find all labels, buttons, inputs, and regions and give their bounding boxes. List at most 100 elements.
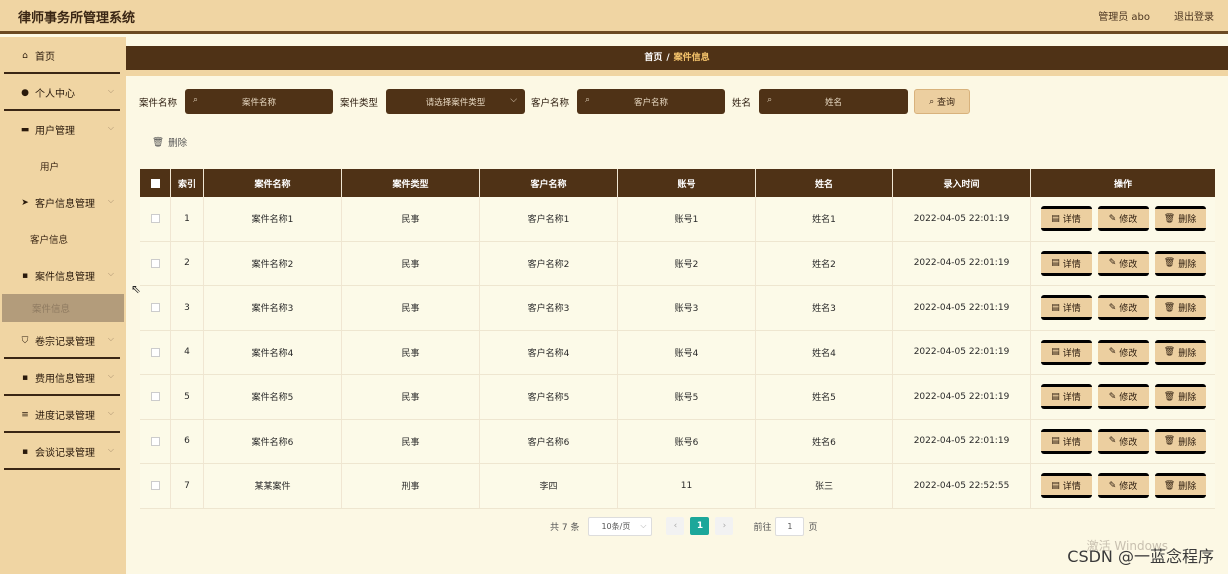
client-name-input[interactable]: ⌕ 客户名称 bbox=[577, 89, 726, 114]
chevron-left-icon: ‹ bbox=[673, 521, 678, 531]
csdn-watermark: CSDN @一蓝念程序 bbox=[1067, 547, 1214, 566]
cell-case-name: 案件名称5 bbox=[204, 375, 342, 419]
detail-button[interactable]: ▤ 详情 bbox=[1040, 473, 1092, 499]
mouse-cursor-icon: ⇖ bbox=[131, 282, 142, 296]
logout-link[interactable]: 退出登录 bbox=[1174, 8, 1214, 23]
detail-label: 详情 bbox=[1062, 393, 1081, 404]
detail-button[interactable]: ▤ 详情 bbox=[1040, 206, 1092, 232]
sidebar-item-client-management[interactable]: ➤ 客户信息管理 ⌵ bbox=[0, 184, 126, 221]
breadcrumb-home[interactable]: 首页 bbox=[644, 53, 662, 63]
sidebar-item-dossier-management[interactable]: ⛉ 卷宗记录管理 ⌵ bbox=[0, 322, 126, 359]
sidebar-item-label: 卷宗记录管理 bbox=[35, 337, 95, 348]
sidebar-item-profile[interactable]: ● 个人中心 ⌵ bbox=[0, 74, 126, 111]
pencil-icon: ✎ bbox=[1108, 391, 1117, 402]
total-count: 共 7 条 bbox=[550, 522, 580, 533]
row-actions: ▤ 详情 ✎ 修改 🗑 删除 bbox=[1031, 464, 1215, 508]
edit-button[interactable]: ✎ 修改 bbox=[1097, 339, 1149, 365]
table-header: 索引 案件名称 案件类型 客户名称 账号 姓名 录入时间 操作 bbox=[140, 169, 1215, 197]
page-number-current[interactable]: 1 bbox=[690, 517, 710, 535]
name-input[interactable]: ⌕ 姓名 bbox=[759, 89, 909, 114]
select-all-checkbox[interactable] bbox=[150, 178, 160, 188]
detail-button[interactable]: ▤ 详情 bbox=[1040, 250, 1092, 276]
detail-button[interactable]: ▤ 详情 bbox=[1040, 384, 1092, 410]
delete-button[interactable]: 🗑 删除 bbox=[1154, 206, 1206, 232]
cell-name: 姓名5 bbox=[756, 375, 893, 419]
row-checkbox[interactable] bbox=[150, 436, 160, 446]
detail-button[interactable]: ▤ 详情 bbox=[1040, 339, 1092, 365]
grid-icon: ▪ bbox=[21, 270, 29, 281]
cell-case-type: 民事 bbox=[342, 419, 480, 463]
cell-entry-time: 2022-04-05 22:01:19 bbox=[893, 330, 1031, 374]
page-size-select[interactable]: 10条/页 ⌵ bbox=[588, 516, 653, 536]
row-checkbox[interactable] bbox=[150, 481, 160, 491]
sidebar-item-meeting-management[interactable]: ▪ 会谈记录管理 ⌵ bbox=[0, 433, 126, 470]
row-checkbox-cell bbox=[140, 330, 171, 374]
table-row: 1 案件名称1 民事 客户名称1 账号1 姓名1 2022-04-05 22:01:19 ▤ 详… bbox=[140, 197, 1215, 242]
trash-icon: 🗑 bbox=[1163, 258, 1176, 269]
cell-case-type: 民事 bbox=[342, 197, 480, 241]
edit-button[interactable]: ✎ 修改 bbox=[1097, 295, 1149, 321]
pencil-icon: ✎ bbox=[1108, 436, 1117, 447]
next-page-button[interactable]: › bbox=[715, 517, 734, 535]
sidebar-item-user-management[interactable]: ▬ 用户管理 ⌵ bbox=[0, 111, 126, 148]
goto-page-input[interactable]: 1 bbox=[775, 516, 805, 536]
select-all-cell bbox=[140, 169, 171, 197]
bulk-delete-button[interactable]: 🗑 删除 bbox=[152, 135, 187, 150]
edit-button[interactable]: ✎ 修改 bbox=[1097, 384, 1149, 410]
sidebar-item-home[interactable]: ⌂ 首页 bbox=[0, 37, 126, 74]
delete-button[interactable]: 🗑 删除 bbox=[1154, 384, 1206, 410]
delete-button[interactable]: 🗑 删除 bbox=[1154, 295, 1206, 321]
row-checkbox[interactable] bbox=[150, 303, 160, 313]
edit-button[interactable]: ✎ 修改 bbox=[1097, 473, 1149, 499]
query-button[interactable]: ⌕ 查询 bbox=[914, 89, 971, 114]
case-name-input[interactable]: ⌕ 案件名称 bbox=[185, 89, 334, 114]
cell-name: 姓名6 bbox=[756, 419, 893, 463]
delete-button[interactable]: 🗑 删除 bbox=[1154, 428, 1206, 454]
sidebar-item-label: 首页 bbox=[35, 52, 55, 63]
header-entry-time: 录入时间 bbox=[893, 169, 1031, 197]
sidebar-subitem-users[interactable]: 用户 bbox=[0, 148, 126, 184]
app-title: 律师事务所管理系统 bbox=[18, 11, 136, 26]
row-checkbox[interactable] bbox=[150, 392, 160, 402]
edit-button[interactable]: ✎ 修改 bbox=[1097, 428, 1149, 454]
row-actions: ▤ 详情 ✎ 修改 🗑 删除 bbox=[1031, 420, 1215, 464]
chevron-down-icon: ⌵ bbox=[107, 371, 114, 380]
chevron-down-icon: ⌵ bbox=[510, 95, 518, 105]
sidebar-item-fee-management[interactable]: ▪ 费用信息管理 ⌵ bbox=[0, 359, 126, 396]
trash-icon: 🗑 bbox=[152, 136, 165, 148]
cell-index: 5 bbox=[171, 375, 204, 419]
row-checkbox[interactable] bbox=[150, 258, 160, 268]
sidebar-item-case-management[interactable]: ▪ 案件信息管理 ⌵ bbox=[0, 257, 126, 294]
header-index: 索引 bbox=[171, 169, 204, 197]
detail-button[interactable]: ▤ 详情 bbox=[1040, 295, 1092, 321]
sidebar-subitem-client-info[interactable]: 客户信息 bbox=[0, 221, 126, 257]
prev-page-button[interactable]: ‹ bbox=[666, 517, 685, 535]
trash-icon: 🗑 bbox=[1163, 391, 1176, 402]
sidebar-item-progress-management[interactable]: ≡ 进度记录管理 ⌵ bbox=[0, 396, 126, 433]
edit-button[interactable]: ✎ 修改 bbox=[1097, 250, 1149, 276]
delete-button[interactable]: 🗑 删除 bbox=[1154, 250, 1206, 276]
detail-button[interactable]: ▤ 详情 bbox=[1040, 428, 1092, 454]
chevron-right-icon: › bbox=[722, 521, 727, 531]
cell-case-type: 民事 bbox=[342, 330, 480, 374]
table-row: 6 案件名称6 民事 客户名称6 账号6 姓名6 2022-04-05 22:01:19 ▤ 详… bbox=[140, 419, 1215, 464]
row-checkbox-cell bbox=[140, 419, 171, 463]
sidebar-subitem-case-info[interactable]: 案件信息 bbox=[2, 294, 124, 322]
detail-label: 详情 bbox=[1062, 348, 1081, 359]
row-checkbox[interactable] bbox=[150, 347, 160, 357]
pencil-icon: ✎ bbox=[1108, 302, 1117, 313]
cell-index: 2 bbox=[171, 241, 204, 285]
chevron-down-icon: ⌵ bbox=[107, 123, 114, 132]
case-type-select[interactable]: 请选择案件类型 ⌵ bbox=[386, 89, 526, 114]
cell-name: 姓名2 bbox=[756, 241, 893, 285]
query-button-label: 查询 bbox=[937, 98, 956, 108]
person-icon: ● bbox=[21, 87, 29, 98]
row-checkbox[interactable] bbox=[150, 214, 160, 224]
delete-button[interactable]: 🗑 删除 bbox=[1154, 473, 1206, 499]
header-actions: 操作 bbox=[1113, 179, 1132, 190]
delete-button[interactable]: 🗑 删除 bbox=[1154, 339, 1206, 365]
detail-label: 详情 bbox=[1062, 259, 1081, 270]
edit-button[interactable]: ✎ 修改 bbox=[1097, 206, 1149, 232]
breadcrumb-underline bbox=[126, 70, 1228, 76]
trash-icon: 🗑 bbox=[1163, 347, 1176, 358]
